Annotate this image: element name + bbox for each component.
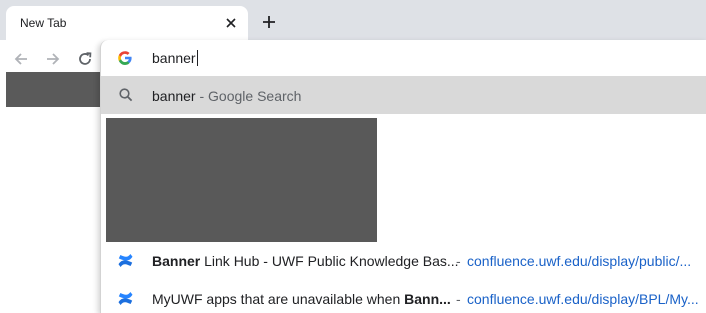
suggestion-search-text: banner - Google Search xyxy=(152,88,301,104)
suggestion-url: confluence.uwf.edu/display/BPL/My... xyxy=(467,291,699,307)
confluence-icon xyxy=(117,252,134,269)
plus-icon[interactable] xyxy=(258,11,280,33)
text-caret xyxy=(196,50,198,66)
suggestion-title-match: Bann... xyxy=(404,291,451,307)
omnibox-input[interactable]: banner xyxy=(101,40,706,76)
suggestion-title-match: Banner xyxy=(152,253,201,269)
suggestion-separator: - xyxy=(456,253,461,269)
suggestion-separator: - xyxy=(195,88,209,104)
tab-strip: New Tab xyxy=(0,0,706,40)
suggestion-row[interactable]: Banner Link Hub - UWF Public Knowledge B… xyxy=(101,241,706,279)
tab-title: New Tab xyxy=(20,16,67,30)
search-icon xyxy=(118,87,134,103)
suggestion-row[interactable]: MyUWF apps that are unavailable when Ban… xyxy=(101,279,706,313)
suggestion-description: Google Search xyxy=(208,88,302,104)
suggestion-title: Banner Link Hub - UWF Public Knowledge B… xyxy=(152,253,459,269)
omnibox-dropdown: banner banner - Google Search Banner Lin… xyxy=(100,40,706,313)
tab-new-tab[interactable]: New Tab xyxy=(6,6,248,40)
confluence-icon xyxy=(117,290,134,307)
suggestion-title-prefix: MyUWF apps that are unavailable when xyxy=(152,291,405,307)
suggestion-url: confluence.uwf.edu/display/public/... xyxy=(467,253,692,269)
browser-window: New Tab banner banner - Google Search Ba… xyxy=(0,0,706,313)
suggestion-query: banner xyxy=(152,88,196,104)
omnibox-value: banner xyxy=(152,50,196,66)
google-g-icon xyxy=(117,50,133,66)
arrow-right-icon[interactable] xyxy=(42,48,64,70)
suggestion-title-rest: Link Hub - UWF Public Knowledge Bas... xyxy=(200,253,459,269)
suggestion-search-row[interactable]: banner - Google Search xyxy=(101,76,706,114)
suggestion-separator: - xyxy=(456,291,461,307)
redacted-area xyxy=(6,72,102,107)
redacted-block xyxy=(106,118,377,242)
omnibox-text: banner xyxy=(152,50,198,66)
reload-icon[interactable] xyxy=(74,48,96,70)
arrow-left-icon[interactable] xyxy=(10,48,32,70)
close-icon[interactable] xyxy=(222,14,240,32)
suggestion-title: MyUWF apps that are unavailable when Ban… xyxy=(152,291,451,307)
